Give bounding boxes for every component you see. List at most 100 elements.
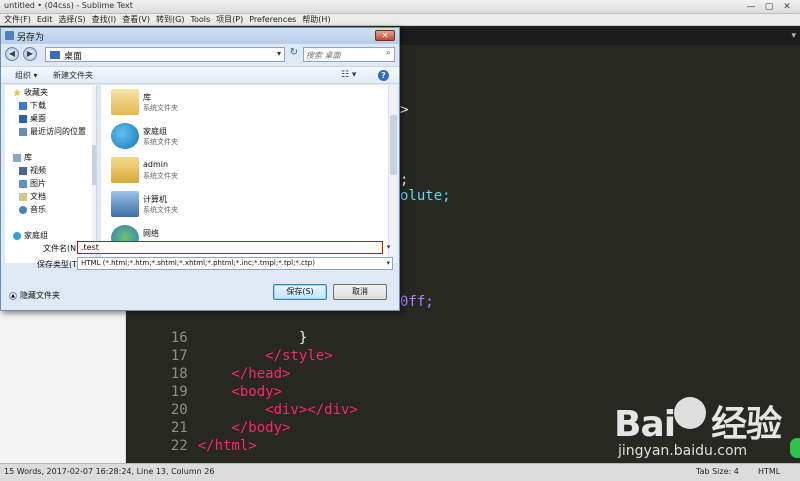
organize-button[interactable]: 组织 ▾ — [15, 70, 38, 81]
code-line: 20 <div></div> — [126, 383, 358, 418]
menu-file[interactable]: 文件(F) — [4, 14, 31, 25]
code-line: 17 </style> — [126, 329, 333, 364]
desktop-icon — [19, 114, 27, 123]
nav-item-pictures[interactable]: 图片 — [19, 178, 46, 190]
dialog-app-icon — [5, 31, 14, 40]
scrollbar-thumb[interactable] — [92, 145, 96, 185]
nav-item-documents[interactable]: 文档 — [19, 191, 46, 203]
filename-input[interactable] — [81, 242, 371, 253]
window-title: untitled • (04css) - Sublime Text — [4, 1, 133, 10]
maximize-button[interactable]: ▢ — [760, 0, 778, 13]
filename-dropdown-icon[interactable]: ▾ — [384, 241, 393, 254]
forward-button[interactable]: ▶ — [23, 47, 37, 61]
file-item-admin[interactable]: admin 系统文件夹 — [111, 157, 381, 189]
file-name: 库 — [143, 93, 151, 102]
menu-help[interactable]: 帮助(H) — [302, 14, 330, 25]
nav-item-homegroup[interactable]: 家庭组 — [13, 230, 48, 242]
search-input[interactable] — [306, 49, 380, 61]
code-fragment: 0ff; — [400, 294, 434, 310]
filetype-select[interactable]: HTML (*.html;*.htm;*.shtml;*.xhtml;*.pht… — [77, 257, 393, 270]
menu-goto[interactable]: 转到(G) — [156, 14, 184, 25]
hide-folders-label: 隐藏文件夹 — [20, 291, 60, 300]
status-text: 15 Words, 2017-02-07 16:28:24, Line 13, … — [4, 467, 215, 476]
computer-icon — [111, 191, 139, 217]
new-folder-button[interactable]: 新建文件夹 — [53, 70, 93, 81]
search-icon[interactable]: ⌕ — [386, 48, 391, 58]
file-type: 系统文件夹 — [143, 138, 178, 146]
filetype-label: 保存类型(T): — [37, 260, 83, 269]
library-icon — [13, 153, 21, 162]
search-box[interactable]: ⌕ — [303, 47, 395, 62]
pictures-icon — [19, 179, 27, 188]
dialog-close-button[interactable]: ✕ — [375, 30, 395, 41]
nav-item-recent[interactable]: 最近访问的位置 — [19, 126, 86, 138]
hide-folders-toggle[interactable]: ▲ 隐藏文件夹 — [9, 290, 60, 301]
watermark-url: jingyan.baidu.com — [618, 443, 748, 459]
refresh-icon[interactable]: ↻ — [287, 47, 301, 62]
code-line: 16 } — [126, 311, 307, 346]
desktop-folder-icon — [50, 51, 60, 59]
nav-item-favorites[interactable]: 收藏夹 — [13, 87, 48, 99]
menu-find[interactable]: 查找(I) — [92, 14, 117, 25]
nav-label: 文档 — [30, 192, 46, 201]
file-list-scrollbar[interactable] — [388, 85, 397, 263]
close-window-button[interactable]: ✕ — [778, 0, 796, 13]
file-list: 库 系统文件夹 家庭组 系统文件夹 admin 系统文件夹 计算机 系统文件夹 … — [101, 85, 397, 263]
tab-scroll-icon[interactable]: ▾ — [791, 31, 796, 41]
cancel-button[interactable]: 取消 — [333, 284, 387, 300]
address-bar[interactable]: 桌面 ▾ — [45, 47, 285, 62]
address-text: 桌面 — [64, 52, 83, 62]
nav-label: 下载 — [30, 101, 46, 110]
tab-size-indicator[interactable]: Tab Size: 4 — [696, 467, 739, 476]
recent-places-icon — [19, 127, 27, 136]
view-options-icon[interactable]: ☷ ▾ — [341, 70, 356, 80]
file-name: 计算机 — [143, 195, 167, 204]
floating-widget-icon[interactable] — [790, 438, 800, 458]
nav-pane-scrollbar[interactable] — [92, 85, 96, 263]
nav-item-downloads[interactable]: 下载 — [19, 100, 46, 112]
file-item-homegroup[interactable]: 家庭组 系统文件夹 — [111, 123, 381, 155]
nav-label: 最近访问的位置 — [30, 127, 86, 136]
code-text: </html> — [197, 438, 257, 454]
nav-item-libraries[interactable]: 库 — [13, 152, 32, 164]
chevron-up-icon: ▲ — [9, 291, 17, 300]
baidu-watermark: Bai 经验 jingyan.baidu.com — [608, 395, 784, 465]
help-icon[interactable]: ? — [378, 70, 389, 81]
back-button[interactable]: ◀ — [5, 47, 19, 61]
code-fragment: > — [400, 102, 409, 118]
menu-selection[interactable]: 选择(S) — [58, 14, 85, 25]
syntax-indicator[interactable]: HTML — [758, 467, 780, 476]
file-name: admin — [143, 160, 169, 169]
window-titlebar: untitled • (04css) - Sublime Text — ▢ ✕ — [0, 0, 800, 14]
chevron-down-icon[interactable]: ▾ — [277, 49, 281, 58]
file-item-computer[interactable]: 计算机 系统文件夹 — [111, 191, 381, 223]
menu-preferences[interactable]: Preferences — [249, 15, 296, 24]
code-line: 21 </body> — [126, 401, 291, 436]
minimize-button[interactable]: — — [742, 0, 760, 13]
nav-item-videos[interactable]: 视频 — [19, 165, 46, 177]
menu-edit[interactable]: Edit — [37, 15, 53, 24]
menu-bar: 文件(F) Edit 选择(S) 查找(I) 查看(V) 转到(G) Tools… — [0, 14, 800, 26]
file-type: 系统文件夹 — [143, 172, 178, 180]
nav-label: 桌面 — [30, 114, 46, 123]
save-as-dialog: 另存为 ✕ ◀ ▶ 桌面 ▾ ↻ ⌕ 组织 ▾ 新建文件夹 ☷ ▾ ? 收藏夹 … — [0, 27, 400, 311]
file-item-library[interactable]: 库 系统文件夹 — [111, 89, 381, 121]
chevron-down-icon[interactable]: ▾ — [386, 259, 390, 267]
line-number: 22 — [170, 438, 188, 454]
file-type: 系统文件夹 — [143, 104, 178, 112]
nav-item-desktop[interactable]: 桌面 — [19, 113, 46, 125]
filename-field[interactable] — [77, 241, 383, 254]
dialog-toolbar: 组织 ▾ 新建文件夹 ☷ ▾ ? — [1, 66, 399, 84]
menu-tools[interactable]: Tools — [190, 15, 210, 24]
user-folder-icon — [111, 157, 139, 183]
save-button[interactable]: 保存(S) — [273, 284, 327, 300]
file-type: 系统文件夹 — [143, 206, 178, 214]
scrollbar-thumb[interactable] — [390, 115, 397, 175]
menu-view[interactable]: 查看(V) — [122, 14, 150, 25]
video-icon — [19, 166, 27, 175]
code-line: 19 <body> — [126, 365, 282, 400]
nav-item-music[interactable]: 音乐 — [19, 204, 46, 216]
music-icon — [19, 205, 27, 214]
menu-project[interactable]: 项目(P) — [216, 14, 243, 25]
file-name: 网络 — [143, 229, 159, 238]
